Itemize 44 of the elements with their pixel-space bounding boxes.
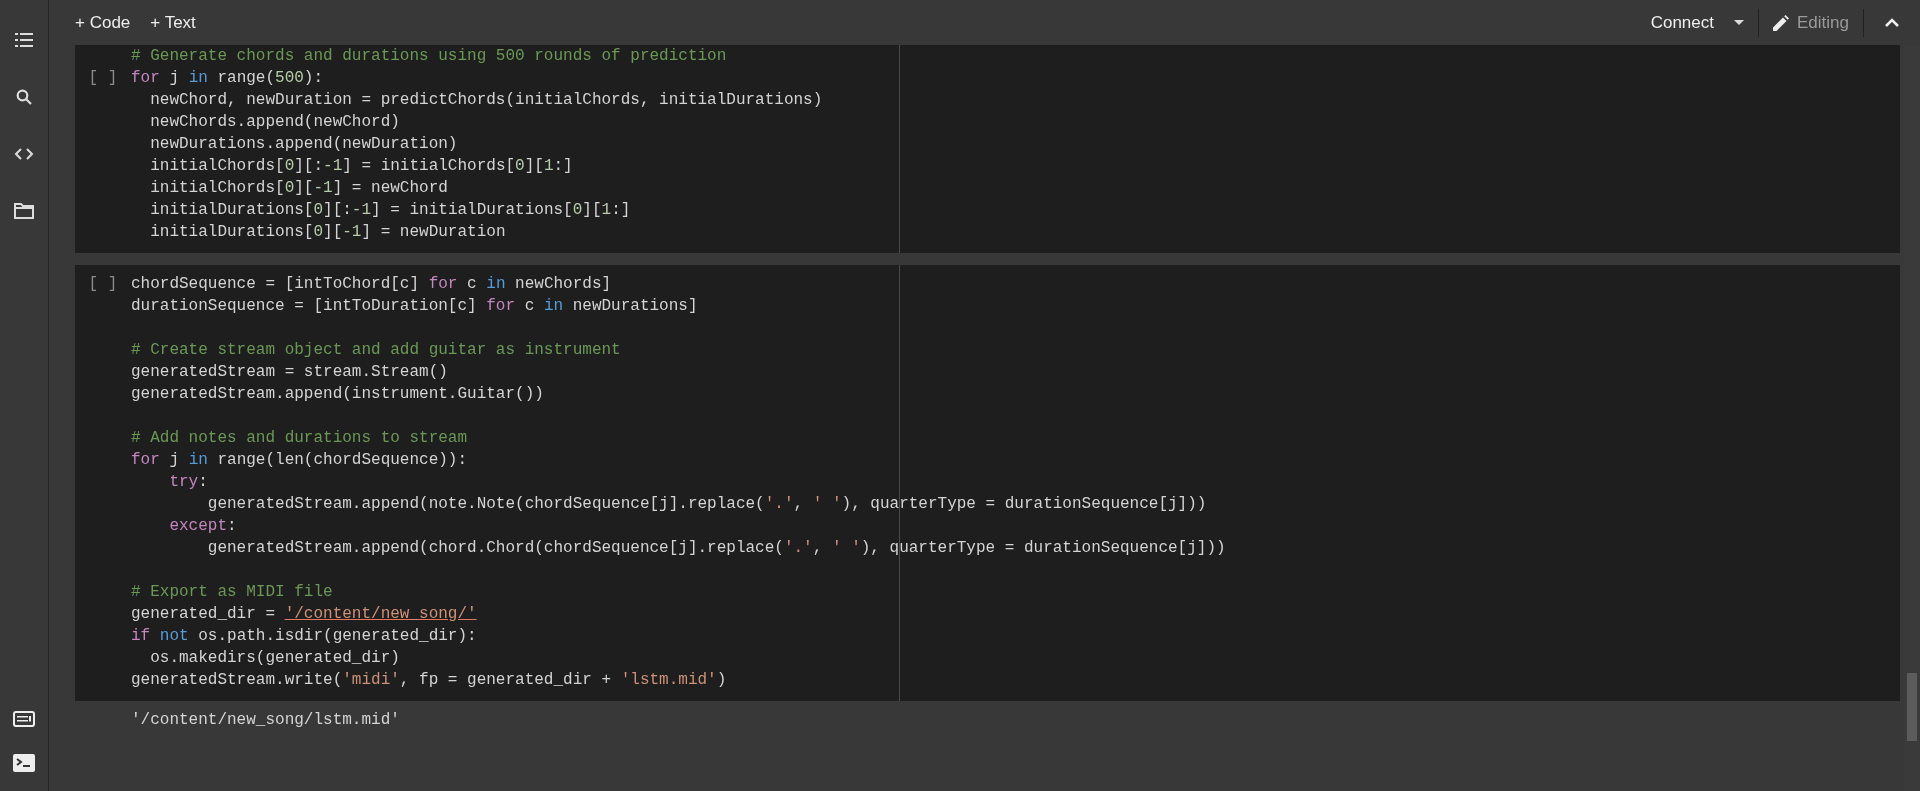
code-line: generated_dir = '/content/new_song/' [131,604,477,625]
code-line: newChords.append(newChord) [149,112,400,133]
code-line: durationSequence = [intToDuration[c] for c in newDurations] [131,296,698,317]
code-comment: # Generate chords and durations using 500 rounds of prediction [131,46,727,67]
code-line: newDurations.append(newDuration) [149,134,458,155]
code-line: chordSequence = [intToChord[c] for c in newChords] [131,274,612,295]
insert-cell-button[interactable]: + Text [144,8,202,37]
code-comment: # Add notes and durations to stream [131,428,468,449]
run-cell-button[interactable]: [ ] [88,273,118,295]
code-line: generatedStream.append(instrument.Guitar()) [131,384,544,405]
code-line: if not os.path.isdir(generated_dir): [131,626,477,647]
code-line: for j in range(len(chordSequence)): [131,450,468,471]
editing-mode-button[interactable]: Editing [1797,8,1849,37]
connect-button[interactable]: Connect [1644,8,1720,37]
code-cell[interactable] [75,45,1900,253]
run-cell-button[interactable]: [ ] [88,67,118,89]
code-comment: # Create stream object and add guitar as instrument [131,340,621,361]
code-line: try: [168,472,208,493]
code-line: generatedStream.append(note.Note(chordSequence[j].replace('.', ' '), quarterType = durationSequence[j])) [206,494,1207,515]
pencil-icon [1773,14,1789,31]
code-cell[interactable] [75,265,1900,701]
terminal-icon[interactable] [13,754,35,772]
scrollbar-thumb[interactable] [1907,673,1917,741]
insert-cell-button[interactable]: + Code [69,8,137,37]
cell-output: '/content/new_song/lstm.mid' [131,710,400,731]
code-line: for j in range(500): [131,68,324,89]
code-line: initialDurations[0][:-1] = initialDurations[0][1:] [149,200,631,221]
code-line: generatedStream = stream.Stream() [131,362,448,383]
code-line: os.makedirs(generated_dir) [149,648,400,669]
code-line: generatedStream.write('midi', fp = generated_dir + 'lstm.mid') [131,670,727,691]
code-line: except: [168,516,237,537]
code-line: initialDurations[0][-1] = newDuration [149,222,506,243]
collapse-chevron-icon[interactable] [1884,17,1900,28]
dropdown-caret-icon[interactable] [1734,20,1744,25]
folder-icon[interactable] [14,203,34,219]
code-line: initialChords[0][:-1] = initialChords[0][1:] [149,156,573,177]
code-icon[interactable] [14,148,34,160]
code-line: newChord, newDuration = predictChords(initialChords, initialDurations) [149,90,823,111]
code-comment: # Export as MIDI file [131,582,333,603]
search-icon[interactable] [16,89,32,105]
code-line: initialChords[0][-1] = newChord [149,178,448,199]
command-palette-icon[interactable] [13,711,35,727]
code-line: generatedStream.append(chord.Chord(chordSequence[j].replace('.', ' '), quarterType = durationSequence[j])) [206,538,1226,559]
table-of-contents-icon[interactable] [15,33,33,47]
